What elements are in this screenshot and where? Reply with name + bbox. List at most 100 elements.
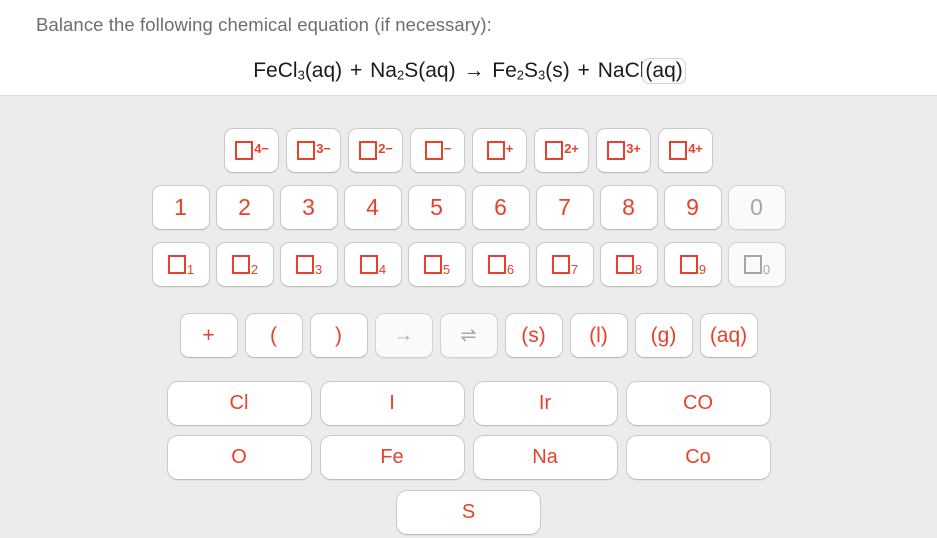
key-subscript-3[interactable]: 3 <box>279 242 338 287</box>
equation-term: (aq) <box>645 59 683 82</box>
equation-term: S(aq) <box>404 59 456 82</box>
placeholder-box-icon <box>679 255 698 274</box>
key-element-O[interactable]: O <box>166 435 312 480</box>
equation-term: NaCl <box>597 59 645 82</box>
key-element-S[interactable]: S <box>396 490 541 535</box>
key-element-Na[interactable]: Na <box>472 435 618 480</box>
key-digit-2[interactable]: 2 <box>215 185 274 230</box>
key-element-Co[interactable]: Co <box>625 435 771 480</box>
equation-operator: → <box>463 59 485 82</box>
equation-subscript: 2 <box>516 67 525 83</box>
placeholder-box-icon <box>231 255 250 274</box>
placeholder-box-icon <box>615 255 634 274</box>
key-element-Ir[interactable]: Ir <box>472 381 618 426</box>
key-open-paren[interactable]: ( <box>244 313 303 358</box>
subscript-index: 8 <box>634 262 643 277</box>
key-subscript-1[interactable]: 1 <box>151 242 210 287</box>
key-subscript-9[interactable]: 9 <box>663 242 722 287</box>
key-digit-5[interactable]: 5 <box>407 185 466 230</box>
equation-cursor-field[interactable]: (aq) <box>642 58 686 84</box>
key-digit-6[interactable]: 6 <box>471 185 530 230</box>
key-digit-4[interactable]: 4 <box>343 185 402 230</box>
charge-superscript: 2− <box>378 141 393 156</box>
charge-superscript: 3− <box>316 141 331 156</box>
key-charge-minus[interactable]: − <box>410 128 465 173</box>
equation-term: S <box>524 59 539 82</box>
keypad-row-elements-1: Cl I Ir CO <box>0 381 937 426</box>
placeholder-box-icon <box>545 141 564 160</box>
equation-operator: + <box>350 59 363 82</box>
equation-term: (aq) <box>304 59 343 82</box>
keypad-row-elements-2: O Fe Na Co <box>0 435 937 480</box>
keypad-row-digits: 1234567890 <box>0 185 937 230</box>
key-element-CO[interactable]: CO <box>625 381 771 426</box>
symbol-keypad: 4− 3− 2− − +2+ 3+ 4+ 1234567890 1234567890 +()… <box>0 96 937 538</box>
placeholder-box-icon <box>295 255 314 274</box>
chemical-equation-display[interactable]: FeCl3(aq) + Na2S(aq) → Fe2S3(s) + NaCl(a… <box>0 58 937 84</box>
keypad-row-operators: +() → ⇌ (s) (l) (g) (aq) <box>0 313 937 358</box>
placeholder-box-icon <box>551 255 570 274</box>
key-state-gas[interactable]: (g) <box>634 313 693 358</box>
key-charge-4minus[interactable]: 4− <box>224 128 279 173</box>
key-charge-4plus[interactable]: 4+ <box>658 128 713 173</box>
charge-superscript: 3+ <box>626 141 641 156</box>
charge-superscript: + <box>505 141 514 156</box>
charge-superscript: 2+ <box>564 141 579 156</box>
key-subscript-2[interactable]: 2 <box>215 242 274 287</box>
keypad-row-subscripts: 1 2 3 4 5 6 7 8 9 0 <box>0 242 937 287</box>
placeholder-box-icon <box>424 141 443 160</box>
chemistry-equation-editor: Balance the following chemical equation … <box>0 0 937 538</box>
key-digit-7[interactable]: 7 <box>535 185 594 230</box>
key-charge-2plus[interactable]: 2+ <box>534 128 589 173</box>
key-subscript-5[interactable]: 5 <box>407 242 466 287</box>
equation-operator: + <box>577 59 590 82</box>
subscript-index: 2 <box>250 262 259 277</box>
subscript-index: 3 <box>314 262 323 277</box>
placeholder-box-icon <box>167 255 186 274</box>
keypad-row-elements-3: S <box>0 490 937 535</box>
question-header: Balance the following chemical equation … <box>0 0 937 96</box>
key-charge-3minus[interactable]: 3− <box>286 128 341 173</box>
subscript-index: 0 <box>762 262 771 277</box>
subscript-index: 5 <box>442 262 451 277</box>
key-state-solid[interactable]: (s) <box>504 313 563 358</box>
charge-superscript: 4− <box>254 141 269 156</box>
charge-superscript: − <box>443 141 452 156</box>
key-digit-0: 0 <box>727 185 786 230</box>
charge-superscript: 4+ <box>688 141 703 156</box>
equation-subscript: 3 <box>297 67 305 83</box>
key-charge-plus[interactable]: + <box>472 128 527 173</box>
subscript-index: 4 <box>378 262 387 277</box>
key-yields-arrow: → <box>374 313 433 358</box>
question-prompt: Balance the following chemical equation … <box>36 14 492 35</box>
subscript-index: 9 <box>698 262 707 277</box>
placeholder-box-icon <box>486 141 505 160</box>
key-plus[interactable]: + <box>179 313 238 358</box>
key-digit-8[interactable]: 8 <box>599 185 658 230</box>
subscript-index: 1 <box>186 262 195 277</box>
placeholder-box-icon <box>297 141 316 160</box>
key-state-aqueous[interactable]: (aq) <box>699 313 758 358</box>
key-subscript-4[interactable]: 4 <box>343 242 402 287</box>
key-element-I[interactable]: I <box>319 381 465 426</box>
key-charge-2minus[interactable]: 2− <box>348 128 403 173</box>
key-subscript-6[interactable]: 6 <box>471 242 530 287</box>
key-state-liquid[interactable]: (l) <box>569 313 628 358</box>
key-close-paren[interactable]: ) <box>309 313 368 358</box>
equation-term: Na <box>370 59 397 82</box>
key-subscript-8[interactable]: 8 <box>599 242 658 287</box>
key-digit-9[interactable]: 9 <box>663 185 722 230</box>
equation-term: FeCl <box>253 59 298 82</box>
equation-term: Fe <box>492 59 517 82</box>
key-digit-1[interactable]: 1 <box>151 185 210 230</box>
key-subscript-7[interactable]: 7 <box>535 242 594 287</box>
placeholder-box-icon <box>423 255 442 274</box>
key-charge-3plus[interactable]: 3+ <box>596 128 651 173</box>
subscript-index: 7 <box>570 262 579 277</box>
keypad-row-charges: 4− 3− 2− − +2+ 3+ 4+ <box>0 128 937 173</box>
placeholder-box-icon <box>743 255 762 274</box>
placeholder-box-icon <box>607 141 626 160</box>
key-element-Fe[interactable]: Fe <box>319 435 465 480</box>
key-element-Cl[interactable]: Cl <box>166 381 312 426</box>
key-digit-3[interactable]: 3 <box>279 185 338 230</box>
